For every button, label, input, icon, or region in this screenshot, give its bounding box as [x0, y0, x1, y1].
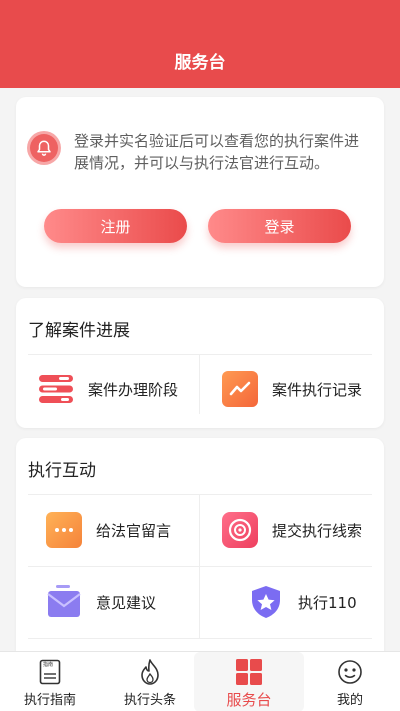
interaction-title: 执行互动 [28, 461, 96, 481]
record-disc-icon [222, 512, 258, 548]
case-record-label: 案件执行记录 [272, 380, 363, 399]
interaction-card: 执行互动 给法官留言 提交执行线索 意见建议 执行110 [16, 438, 384, 668]
shield-star-icon [248, 584, 284, 620]
tab-label: 执行指南 [23, 693, 76, 708]
tab-service-desk[interactable]: 服务台 [194, 652, 304, 711]
execution-110-item[interactable]: 执行110 [248, 566, 382, 638]
feedback-label: 意见建议 [96, 593, 157, 612]
bottom-tab-bar: 执行指南 指南 执行头条 服务台 我的 [0, 651, 400, 711]
submit-clue-item[interactable]: 提交执行线索 [222, 494, 382, 566]
bell-icon [27, 131, 61, 165]
tab-label: 我的 [336, 693, 363, 708]
message-judge-label: 给法官留言 [96, 521, 172, 540]
guide-badge-text: 指南 [43, 662, 54, 668]
submit-clue-label: 提交执行线索 [272, 521, 363, 540]
login-card: 登录并实名验证后可以查看您的执行案件进展情况，并可以与执行法官进行互动。 注册 … [16, 97, 384, 287]
tab-execution-guide[interactable]: 执行指南 [10, 652, 90, 711]
login-notice-text: 登录并实名验证后可以查看您的执行案件进展情况，并可以与执行法官进行互动。 [74, 132, 360, 172]
stage-list-icon [38, 371, 74, 407]
execution-110-label: 执行110 [298, 593, 357, 612]
trend-chart-icon [222, 371, 258, 407]
case-progress-title: 了解案件进展 [28, 321, 130, 341]
case-progress-card: 了解案件进展 案件办理阶段 案件执行记录 [16, 298, 384, 428]
tab-label: 执行头条 [123, 693, 176, 708]
message-judge-item[interactable]: 给法官留言 [46, 494, 198, 566]
login-button[interactable]: 登录 [208, 209, 351, 243]
case-stage-item[interactable]: 案件办理阶段 [38, 354, 198, 424]
page-title: 服务台 [174, 53, 226, 73]
register-button[interactable]: 注册 [44, 209, 187, 243]
case-stage-label: 案件办理阶段 [88, 380, 179, 399]
tab-label: 服务台 [226, 691, 272, 709]
smiley-icon [336, 658, 364, 686]
divider [199, 494, 200, 638]
case-record-item[interactable]: 案件执行记录 [222, 354, 382, 424]
divider [28, 638, 372, 639]
app-header: 服务台 [0, 0, 400, 88]
tab-execution-headlines[interactable]: 执行头条 [110, 652, 190, 711]
tab-mine[interactable]: 我的 [310, 652, 390, 711]
divider [199, 354, 200, 414]
envelope-icon [46, 584, 82, 620]
grid-icon [235, 658, 263, 686]
message-bubble-icon [46, 512, 82, 548]
feedback-item[interactable]: 意见建议 [46, 566, 198, 638]
flame-icon [136, 658, 164, 686]
